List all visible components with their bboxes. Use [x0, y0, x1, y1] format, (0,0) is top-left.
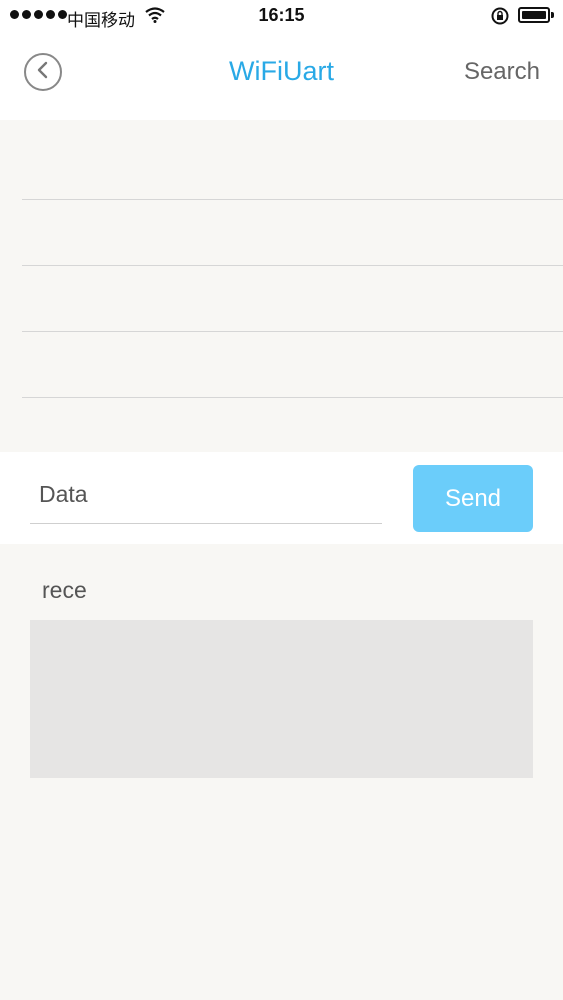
battery-icon: [518, 7, 550, 23]
list-item[interactable]: [22, 266, 563, 332]
send-panel: Send: [0, 452, 563, 544]
search-button[interactable]: Search: [464, 58, 540, 86]
send-button[interactable]: Send: [413, 465, 533, 532]
data-input[interactable]: [30, 466, 382, 524]
navigation-bar: WiFiUart Search: [0, 32, 563, 120]
list-item[interactable]: [22, 134, 563, 200]
device-list: [0, 120, 563, 452]
list-item[interactable]: [22, 332, 563, 398]
status-bar: 中国移动 16:15: [0, 0, 563, 32]
receive-label: rece: [42, 577, 87, 603]
receive-textarea[interactable]: [30, 620, 533, 778]
status-time: 16:15: [258, 5, 305, 25]
rotation-lock-icon: [490, 6, 510, 31]
list-item[interactable]: [22, 200, 563, 266]
battery-tip: [551, 12, 554, 18]
